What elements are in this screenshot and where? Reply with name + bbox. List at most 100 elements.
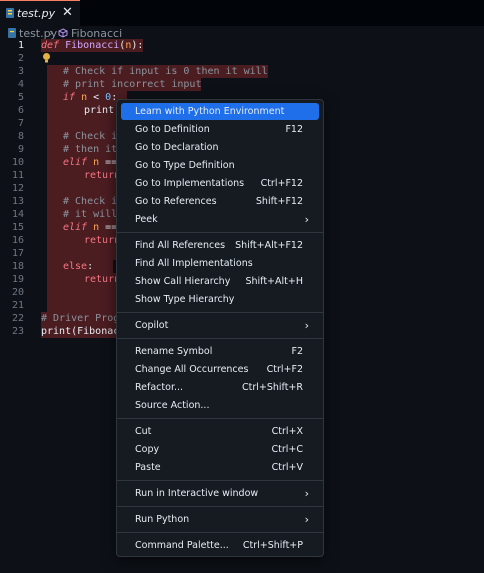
menu-separator <box>117 338 323 339</box>
menu-item-paste[interactable]: Paste Ctrl+V <box>121 459 319 476</box>
menu-item-find-all-references[interactable]: Find All References Shift+Alt+F12 <box>121 237 319 254</box>
menu-item-copy[interactable]: Copy Ctrl+C <box>121 441 319 458</box>
menu-item-label: Go to References <box>135 196 217 207</box>
blank-highlight <box>47 182 117 195</box>
menu-item-label: Copy <box>135 444 160 455</box>
line-number: 8 <box>17 131 24 142</box>
close-icon[interactable]: ✕ <box>62 5 73 20</box>
menu-item-run-interactive-window[interactable]: Run in Interactive window › <box>121 485 319 502</box>
menu-item-go-to-definition[interactable]: Go to Definition F12 <box>121 121 319 138</box>
tab-label: test.py <box>17 7 56 20</box>
comment: # Driver Progr <box>41 312 126 325</box>
line-number: 3 <box>17 66 24 77</box>
menu-item-label: Command Palette... <box>135 540 229 551</box>
menu-separator <box>117 312 323 313</box>
operator: == <box>99 157 118 168</box>
menu-item-shortcut: Ctrl+Shift+R <box>241 382 303 393</box>
menu-item-label: Change All Occurrences <box>135 364 249 375</box>
line-number: 5 <box>17 92 24 103</box>
menu-item-shortcut: Ctrl+C <box>271 444 304 455</box>
line-number: 2 <box>17 53 24 64</box>
chevron-right-icon: › <box>304 319 309 332</box>
chevron-right-icon: › <box>304 513 309 526</box>
line-number: 19 <box>11 274 24 285</box>
menu-item-label: Find All References <box>135 240 226 251</box>
menu-item-learn-python-environment[interactable]: Learn with Python Environment <box>121 103 319 120</box>
menu-separator <box>117 418 323 419</box>
line-number: 23 <box>11 326 24 337</box>
code-text: return <box>47 234 127 247</box>
cube-icon <box>58 28 68 38</box>
keyword: return <box>84 274 121 285</box>
menu-item-shortcut: Ctrl+V <box>271 462 303 473</box>
menu-item-label: Show Type Hierarchy <box>135 294 235 305</box>
menu-item-source-action[interactable]: Source Action... <box>121 397 319 414</box>
line-number: 13 <box>11 196 24 207</box>
lightbulb-icon[interactable] <box>41 52 52 64</box>
line-number: 20 <box>11 287 24 298</box>
menu-item-label: Run in Interactive window <box>135 488 259 499</box>
python-icon <box>8 28 16 38</box>
menu-item-change-all-occurrences[interactable]: Change All Occurrences Ctrl+F2 <box>121 361 319 378</box>
menu-item-label: Refactor... <box>135 382 184 393</box>
menu-item-run-python[interactable]: Run Python › <box>121 511 319 528</box>
menu-item-label: Go to Definition <box>135 124 210 135</box>
line-number: 11 <box>11 170 24 181</box>
menu-item-show-call-hierarchy[interactable]: Show Call Hierarchy Shift+Alt+H <box>121 273 319 290</box>
menu-item-shortcut: Ctrl+Shift+P <box>242 540 303 551</box>
tab-test-py[interactable]: test.py ✕ <box>0 0 80 26</box>
keyword: return <box>84 235 121 246</box>
blank-highlight <box>47 299 117 312</box>
line-number: 17 <box>11 248 24 259</box>
menu-item-peek[interactable]: Peek › <box>121 211 319 228</box>
menu-separator <box>117 480 323 481</box>
menu-item-shortcut: Shift+Alt+H <box>245 276 303 287</box>
menu-item-go-to-declaration[interactable]: Go to Declaration <box>121 139 319 156</box>
menu-item-label: Go to Type Definition <box>135 160 235 171</box>
menu-item-command-palette[interactable]: Command Palette... Ctrl+Shift+P <box>121 537 319 554</box>
comment: # Check if input is 0 then it will <box>47 65 268 78</box>
line-number: 14 <box>11 209 24 220</box>
line-number: 18 <box>11 261 24 272</box>
breadcrumb-separator: › <box>49 26 54 39</box>
menu-item-label: Go to Implementations <box>135 178 245 189</box>
menu-item-go-to-implementations[interactable]: Go to Implementations Ctrl+F12 <box>121 175 319 192</box>
keyword: elif <box>63 157 88 168</box>
menu-item-shortcut: Ctrl+F12 <box>260 178 303 189</box>
code-line: 2 <box>0 52 484 65</box>
operator: < <box>87 92 106 103</box>
menu-item-show-type-hierarchy[interactable]: Show Type Hierarchy <box>121 291 319 308</box>
menu-item-copilot[interactable]: Copilot › <box>121 317 319 334</box>
code-line: 3 # Check if input is 0 then it will <box>0 65 484 78</box>
line-number: 4 <box>17 79 24 90</box>
menu-item-find-all-implementations[interactable]: Find All Implementations <box>121 255 319 272</box>
line-number: 21 <box>11 300 24 311</box>
line-number: 16 <box>11 235 24 246</box>
line-number: 1 <box>17 40 24 51</box>
keyword: elif <box>63 222 88 233</box>
menu-item-go-to-references[interactable]: Go to References Shift+F12 <box>121 193 319 210</box>
tab-bar: test.py ✕ <box>0 0 484 26</box>
comment: # then it <box>47 143 124 156</box>
line-number: 12 <box>11 183 24 194</box>
blank-highlight <box>47 247 117 260</box>
menu-item-label: Copilot <box>135 320 169 331</box>
menu-item-label: Peek <box>135 214 158 225</box>
function-name[interactable]: Fibonacci <box>65 40 119 51</box>
menu-item-label: Source Action... <box>135 400 210 411</box>
code-text: return <box>47 169 127 182</box>
menu-item-refactor[interactable]: Refactor... Ctrl+Shift+R <box>121 379 319 396</box>
punct: : <box>87 261 94 272</box>
menu-item-label: Show Call Hierarchy <box>135 276 231 287</box>
line-number: 6 <box>17 105 24 116</box>
menu-item-rename-symbol[interactable]: Rename Symbol F2 <box>121 343 319 360</box>
keyword: else <box>63 261 88 272</box>
menu-item-go-to-type-definition[interactable]: Go to Type Definition <box>121 157 319 174</box>
punct: ): <box>131 40 144 51</box>
menu-item-label: Rename Symbol <box>135 346 213 357</box>
menu-item-cut[interactable]: Cut Ctrl+X <box>121 423 319 440</box>
operator: == <box>99 222 118 233</box>
code-line: 4 # print incorrect input <box>0 78 484 91</box>
menu-item-shortcut: F2 <box>291 346 303 357</box>
python-icon <box>6 8 14 18</box>
